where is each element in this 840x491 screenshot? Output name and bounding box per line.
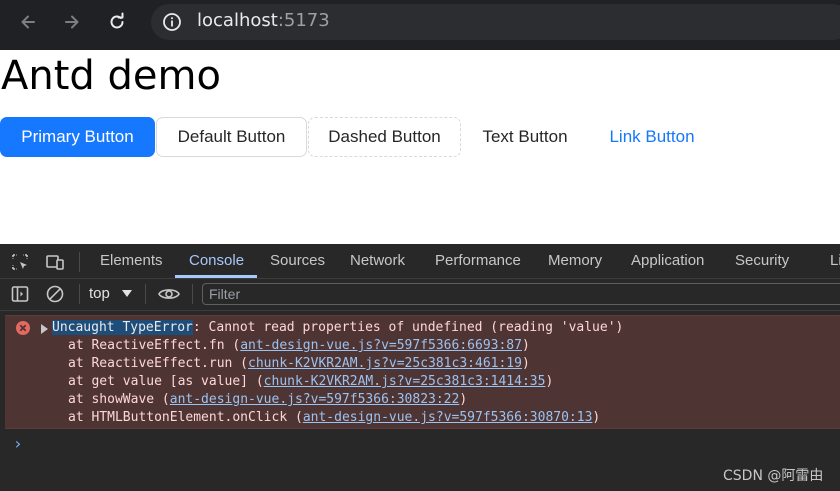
toolbar-divider [192,284,193,304]
sidebar-toggle-icon[interactable] [10,284,30,304]
reload-icon [110,12,124,29]
console-toolbar: top [0,279,840,311]
context-selector[interactable]: top [89,283,110,305]
stack-frame: at HTMLButtonElement.onClick (ant-design… [68,409,600,427]
stack-frame-text: ) [545,374,554,389]
tab-elements[interactable]: Elements [100,244,163,278]
error-message: : Cannot read properties of undefined (r… [192,320,624,335]
device-toolbar-icon[interactable] [45,252,65,272]
stack-frame-link[interactable]: chunk-K2VKR2AM.js?v=25c381c3:1414:35 [264,374,546,389]
site-info-icon[interactable] [162,12,182,32]
url-host: localhost [197,10,278,31]
tab-application[interactable]: Application [631,244,704,278]
inspect-element-icon[interactable] [10,252,30,272]
forward-button[interactable] [58,8,86,36]
arrow-left-icon [21,15,35,29]
tab-security[interactable]: Security [735,244,789,278]
reload-button[interactable] [103,8,131,36]
chevron-down-icon [122,290,132,297]
back-button[interactable] [14,8,42,36]
stack-frame: at showWave (ant-design-vue.js?v=597f536… [68,391,467,409]
stack-frame: at get value [as value] (chunk-K2VKR2AM.… [68,373,553,391]
filter-input[interactable] [202,283,840,305]
error-type: Uncaught TypeError [52,320,193,335]
tab-sources[interactable]: Sources [270,244,325,278]
arrow-right-icon [65,15,79,29]
address-bar[interactable]: localhost:5173 [151,4,840,40]
stack-frame: at ReactiveEffect.fn (ant-design-vue.js?… [68,337,530,355]
browser-toolbar: localhost:5173 [0,0,840,44]
primary-button[interactable]: Primary Button [0,117,155,157]
stack-frame-text: ) [521,338,530,353]
tab-performance[interactable]: Performance [435,244,521,278]
expand-toggle-icon[interactable] [41,324,48,334]
text-button[interactable]: Text Button [465,117,585,157]
stack-frame-link[interactable]: ant-design-vue.js?v=597f5366:30823:22 [170,392,460,407]
devtools-panel: Elements Console Sources Network Perform… [0,244,840,491]
stack-frame-text: ) [459,392,468,407]
default-button[interactable]: Default Button [156,117,307,157]
tab-memory[interactable]: Memory [548,244,602,278]
tab-lighthouse[interactable]: Li [830,244,840,278]
stack-frame: at ReactiveEffect.run (chunk-K2VKR2AM.js… [68,355,530,373]
stack-frame-text: at showWave ( [68,392,170,407]
dashed-button[interactable]: Dashed Button [308,117,461,157]
devtools-tabbar: Elements Console Sources Network Perform… [0,244,840,279]
stack-frame-text: at HTMLButtonElement.onClick ( [68,410,303,425]
stack-frame-link[interactable]: chunk-K2VKR2AM.js?v=25c381c3:461:19 [248,356,522,371]
console-error-message: Uncaught TypeError: Cannot read properti… [5,315,840,429]
stack-frame-text: ) [592,410,601,425]
error-icon [16,321,30,335]
url-port: :5173 [277,10,330,31]
link-button[interactable]: Link Button [592,117,712,157]
active-tab-indicator [175,275,257,278]
toolbar-divider [79,284,80,304]
stack-frame-link[interactable]: ant-design-vue.js?v=597f5366:6693:87 [240,338,522,353]
tab-network[interactable]: Network [350,244,405,278]
toolbar-divider [79,252,80,272]
stack-frame-text: at ReactiveEffect.fn ( [68,338,241,353]
error-header: Uncaught TypeError: Cannot read properti… [52,319,623,337]
stack-frame-text: ) [521,356,530,371]
clear-console-icon[interactable] [45,284,65,304]
watermark: CSDN @阿雷由 [723,468,824,484]
url-text: localhost:5173 [197,10,330,32]
eye-icon[interactable] [157,284,181,304]
stack-frame-link[interactable]: ant-design-vue.js?v=597f5366:30870:13 [303,410,593,425]
page-title: Antd demo [1,53,221,99]
console-prompt[interactable]: › [13,434,23,453]
stack-frame-text: at get value [as value] ( [68,374,264,389]
page-viewport: Antd demo Primary Button Default Button … [0,50,840,244]
tab-console[interactable]: Console [189,244,244,278]
stack-frame-text: at ReactiveEffect.run ( [68,356,249,371]
toolbar-divider [145,284,146,304]
